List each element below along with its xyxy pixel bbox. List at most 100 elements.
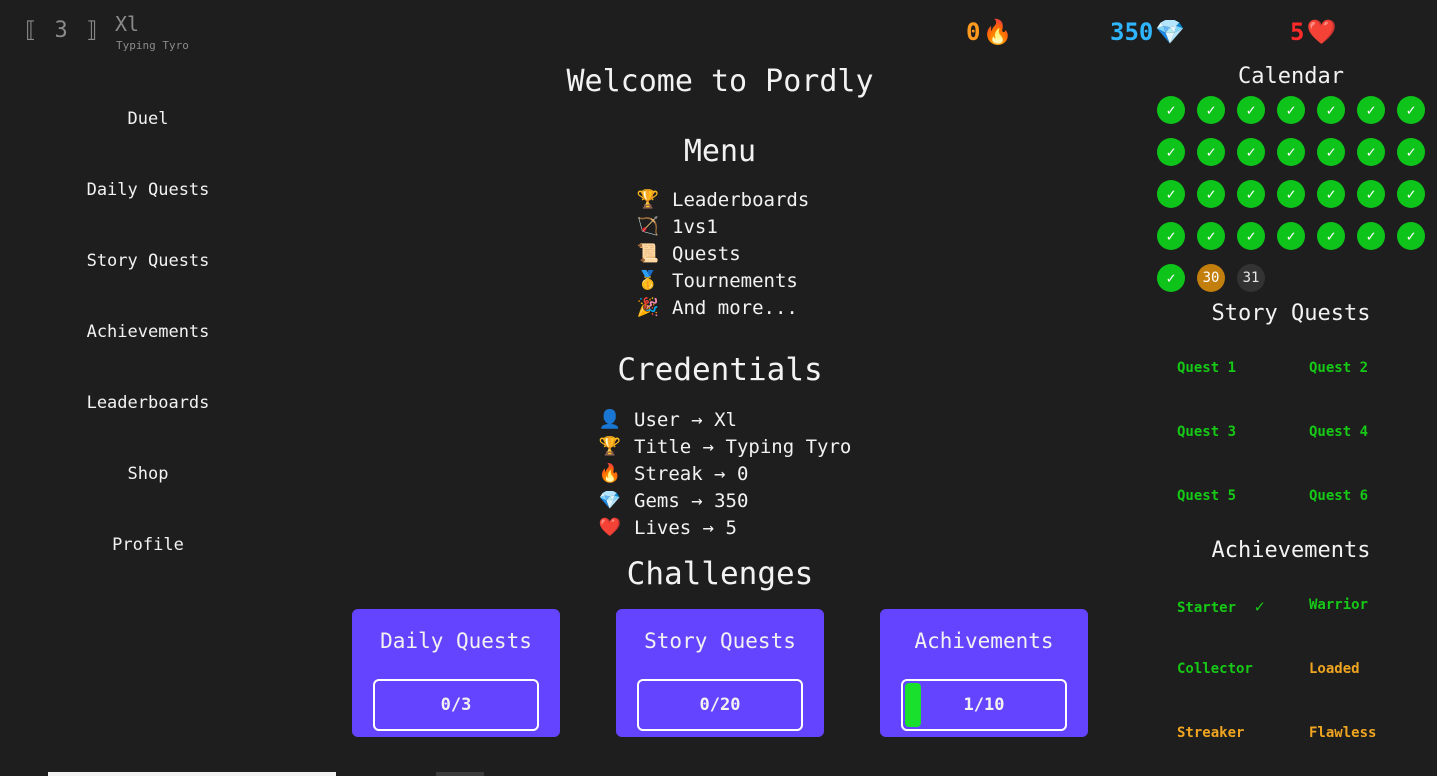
calendar-day-completed: ✓: [1157, 264, 1185, 292]
credential-user: 👤 User → Xl: [598, 406, 851, 433]
story-quest-5[interactable]: Quest 5: [1177, 488, 1236, 504]
calendar-day-completed: ✓: [1357, 222, 1385, 250]
achievements-heading: Achievements: [1211, 538, 1371, 563]
user-icon: 👤: [598, 409, 622, 430]
achievement-warrior[interactable]: Warrior: [1309, 597, 1368, 613]
trophy-icon: 🏆: [636, 189, 660, 210]
calendar-day-completed: ✓: [1197, 180, 1225, 208]
calendar-day-completed: ✓: [1397, 96, 1425, 124]
challenge-card-achievements[interactable]: Achivements 1/10: [880, 609, 1088, 737]
fire-icon: 🔥: [598, 463, 622, 484]
sidebar-item-leaderboards[interactable]: Leaderboards: [60, 393, 236, 413]
calendar-day-completed: ✓: [1357, 96, 1385, 124]
challenge-card-daily-quests[interactable]: Daily Quests 0/3: [352, 609, 560, 737]
user-title: Typing Tyro: [116, 39, 189, 52]
credentials-list: 👤 User → Xl 🏆 Title → Typing Tyro 🔥 Stre…: [598, 406, 852, 541]
achievement-flawless[interactable]: Flawless: [1309, 725, 1376, 741]
story-quests-heading: Story Quests: [1211, 301, 1371, 326]
calendar-day-completed: ✓: [1317, 138, 1345, 166]
credential-text: Gems → 350: [634, 489, 749, 512]
fire-icon: 🔥: [982, 18, 1013, 46]
menu-heading: Menu: [683, 134, 757, 169]
party-popper-icon: 🎉: [636, 297, 660, 318]
calendar-day-completed: ✓: [1397, 138, 1425, 166]
progress-text: 1/10: [963, 695, 1005, 715]
calendar-day-completed: ✓: [1277, 138, 1305, 166]
gems-value: 350: [1110, 18, 1154, 46]
calendar-day-completed: ✓: [1237, 138, 1265, 166]
calendar-day-completed: ✓: [1197, 138, 1225, 166]
username: Xl: [115, 12, 140, 36]
calendar-day-completed: ✓: [1357, 180, 1385, 208]
challenges-heading: Challenges: [626, 556, 814, 592]
menu-list: 🏆 Leaderboards 🏹 1vs1 📜 Quests 🥇 Tournem…: [636, 186, 810, 321]
sidebar-item-daily-quests[interactable]: Daily Quests: [60, 180, 236, 200]
sidebar-item-story-quests[interactable]: Story Quests: [60, 251, 236, 271]
sidebar-item-achievements[interactable]: Achievements: [60, 322, 236, 342]
credential-streak: 🔥 Streak → 0: [598, 460, 851, 487]
menu-item-quests: 📜 Quests: [636, 240, 809, 267]
page-title: Welcome to Pordly: [566, 64, 874, 99]
credential-text: User → Xl: [634, 408, 737, 431]
medal-icon: 🥇: [636, 270, 660, 291]
streak-stat: 0 🔥: [966, 18, 1012, 46]
check-icon: ✓: [1254, 597, 1265, 617]
story-quest-1[interactable]: Quest 1: [1177, 360, 1236, 376]
calendar-day-completed: ✓: [1157, 96, 1185, 124]
menu-item-label: Quests: [672, 242, 741, 265]
gem-icon: 💎: [598, 490, 622, 511]
achievement-collector[interactable]: Collector: [1177, 661, 1253, 677]
calendar-day-completed: ✓: [1397, 222, 1425, 250]
credential-text: Lives → 5: [634, 516, 737, 539]
progress-text: 0/20: [699, 695, 741, 715]
sidebar-item-duel[interactable]: Duel: [60, 109, 236, 129]
calendar-day-completed: ✓: [1157, 138, 1185, 166]
challenge-title: Story Quests: [644, 629, 796, 653]
calendar-day-completed: ✓: [1277, 180, 1305, 208]
challenge-progress-bar: 0/20: [637, 679, 803, 731]
achievement-label: Starter: [1177, 600, 1237, 616]
calendar-day-today: 30: [1197, 264, 1225, 292]
menu-item-label: Tournements: [672, 269, 798, 292]
challenge-card-story-quests[interactable]: Story Quests 0/20: [616, 609, 824, 737]
menu-item-leaderboards: 🏆 Leaderboards: [636, 186, 810, 213]
calendar-day-completed: ✓: [1357, 138, 1385, 166]
sidebar-item-shop[interactable]: Shop: [60, 464, 236, 484]
scrollbar-track-segment: [436, 772, 484, 776]
achievement-starter[interactable]: Starter ✓: [1177, 597, 1265, 617]
scrollbar-thumb[interactable]: [48, 772, 336, 776]
scroll-icon: 📜: [636, 243, 660, 264]
calendar-heading: Calendar: [1238, 64, 1344, 89]
menu-item-tournements: 🥇 Tournements: [636, 267, 809, 294]
calendar-day-completed: ✓: [1277, 222, 1305, 250]
heart-icon: ❤️: [1306, 18, 1337, 46]
story-quest-3[interactable]: Quest 3: [1177, 424, 1236, 440]
calendar-day-future: 31: [1237, 264, 1265, 292]
trophy-icon: 🏆: [598, 436, 622, 457]
story-quest-2[interactable]: Quest 2: [1309, 360, 1368, 376]
calendar-day-completed: ✓: [1197, 222, 1225, 250]
heart-icon: ❤️: [598, 517, 622, 538]
calendar-day-completed: ✓: [1397, 180, 1425, 208]
streak-value: 0: [966, 18, 981, 46]
calendar-day-completed: ✓: [1237, 96, 1265, 124]
credential-text: Title → Typing Tyro: [634, 435, 852, 458]
menu-item-label: 1vs1: [672, 215, 718, 238]
progress-text: 0/3: [440, 695, 472, 715]
story-quest-4[interactable]: Quest 4: [1309, 424, 1368, 440]
sidebar-item-profile[interactable]: Profile: [60, 535, 236, 555]
challenge-title: Achivements: [914, 629, 1054, 653]
credential-lives: ❤️ Lives → 5: [598, 514, 851, 541]
achievement-loaded[interactable]: Loaded: [1309, 661, 1360, 677]
level-badge: ⟦ 3 ⟧: [24, 18, 101, 43]
challenge-title: Daily Quests: [380, 629, 532, 653]
calendar-day-completed: ✓: [1277, 96, 1305, 124]
calendar-day-completed: ✓: [1237, 222, 1265, 250]
menu-item-more: 🎉 And more...: [636, 294, 809, 321]
lives-stat: 5 ❤️: [1290, 18, 1336, 46]
story-quest-6[interactable]: Quest 6: [1309, 488, 1368, 504]
calendar-day-completed: ✓: [1157, 222, 1185, 250]
achievement-streaker[interactable]: Streaker: [1177, 725, 1244, 741]
challenge-progress-bar: 1/10: [901, 679, 1067, 731]
credentials-heading: Credentials: [617, 352, 823, 388]
